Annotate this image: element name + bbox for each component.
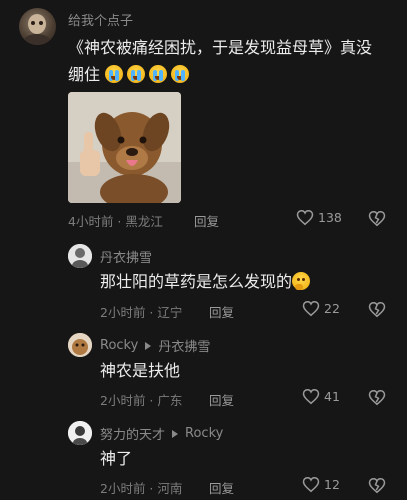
crying-emoji-group [105,65,193,84]
reply-username[interactable]: 努力的天才 [100,424,165,443]
reply-meta: 2小时前 · 辽宁 [100,305,183,320]
heart-outline-icon [302,300,320,317]
dislike-button[interactable] [368,389,386,406]
comment-text: 《神农被痛经困扰，于是发现益母草》真没绷住 [68,34,386,88]
broken-heart-icon [368,389,386,406]
heart-outline-icon [302,388,320,405]
like-button[interactable]: 12 [302,476,340,493]
like-button[interactable]: 41 [302,388,340,405]
reply-meta: 2小时前 · 广东 [100,393,183,408]
like-button[interactable]: 138 [296,209,342,226]
reply-username[interactable]: 丹衣拂雪 [100,247,152,266]
comment-username[interactable]: 给我个点子 [68,10,133,29]
dislike-button[interactable] [368,301,386,318]
reply-time: 2小时前 [100,481,146,496]
reply-button[interactable]: 回复 [194,211,219,230]
reply-time: 2小时前 [100,393,146,408]
loudly-crying-face-emoji [149,65,168,83]
avatar-image [68,333,92,357]
loudly-crying-face-emoji [171,65,190,83]
thinking-face-emoji [292,272,311,290]
reply-location: 广东 [157,393,183,408]
reply-location: 河南 [157,481,183,496]
reply-meta: 2小时前 · 河南 [100,481,183,496]
reply-text: 神农是扶他 [100,361,181,380]
reply-header: Rocky 丹衣拂雪 [100,336,210,355]
reply-text: 那壮阳的草药是怎么发现的 [100,268,390,295]
heart-outline-icon [302,476,320,493]
avatar-image [23,14,51,45]
comment-time: 4小时前 [68,214,114,229]
dislike-button[interactable] [368,477,386,494]
avatar-image [68,421,92,445]
like-button[interactable]: 22 [302,300,340,317]
avatar-image [68,244,92,268]
heart-outline-icon [296,209,314,226]
reply-body: 那壮阳的草药是怎么发现的 [100,272,293,291]
avatar[interactable] [68,421,92,445]
triangle-right-icon [145,341,152,350]
loudly-crying-face-emoji [127,65,146,83]
dislike-button[interactable] [368,210,386,227]
reply-time: 2小时前 [100,305,146,320]
comment-image[interactable] [68,92,181,203]
reply-username[interactable]: Rocky [100,338,138,353]
like-count: 22 [324,301,340,316]
loudly-crying-face-emoji [105,65,124,83]
reply-text: 神了 [100,449,133,468]
reply-to-username[interactable]: 丹衣拂雪 [158,336,210,355]
broken-heart-icon [368,301,386,318]
thumbs-up-dog-image [68,92,181,203]
reply-to-username[interactable]: Rocky [185,426,223,441]
reply-button[interactable]: 回复 [209,390,234,409]
comment-location: 黑龙江 [125,214,163,229]
like-count: 138 [318,210,342,225]
reply-location: 辽宁 [157,305,183,320]
avatar[interactable] [68,244,92,268]
reply-header: 努力的天才 Rocky [100,424,223,443]
broken-heart-icon [368,210,386,227]
triangle-right-icon [172,429,179,438]
broken-heart-icon [368,477,386,494]
avatar[interactable] [19,8,56,45]
reply-button[interactable]: 回复 [209,478,234,497]
reply-button[interactable]: 回复 [209,302,234,321]
like-count: 12 [324,477,340,492]
comment-meta: 4小时前 · 黑龙江 [68,214,163,229]
avatar[interactable] [68,333,92,357]
like-count: 41 [324,389,340,404]
